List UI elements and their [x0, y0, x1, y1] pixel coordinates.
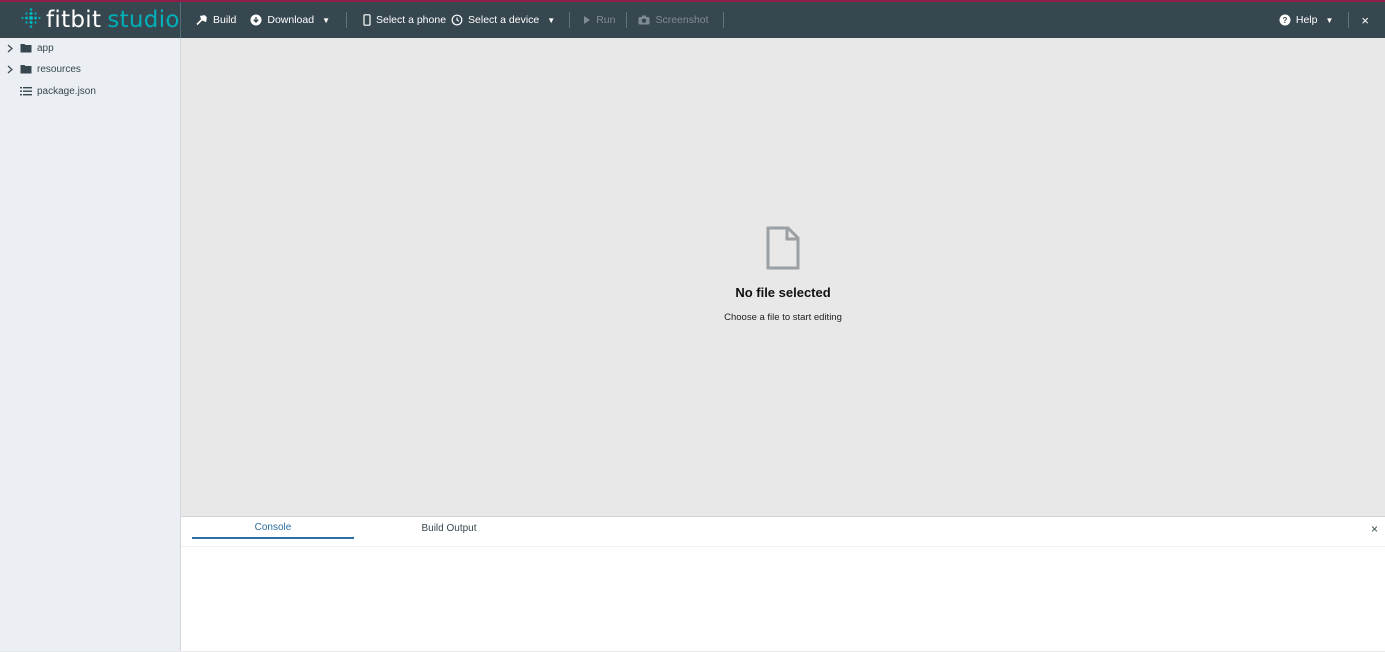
folder-icon	[20, 43, 32, 53]
bottom-panel-tabs: Console Build Output ×	[181, 517, 1385, 547]
help-icon: ?	[1279, 14, 1296, 26]
bottom-panel: Console Build Output ×	[181, 516, 1385, 651]
toolbar-divider	[722, 12, 724, 28]
chevron-down-icon: ▼	[322, 15, 330, 25]
chevron-down-icon: ▼	[547, 15, 556, 25]
close-icon: ×	[1361, 12, 1369, 28]
play-icon	[583, 15, 596, 25]
tree-item-label: resources	[37, 63, 81, 75]
console-output	[181, 548, 1385, 652]
run-button[interactable]: Run	[583, 2, 615, 38]
editor-area: No file selected Choose a file to start …	[181, 38, 1385, 516]
watch-icon	[451, 14, 468, 26]
hammer-icon	[196, 14, 213, 26]
tab-build-output[interactable]: Build Output	[368, 517, 530, 539]
toolbar-divider	[1348, 12, 1350, 28]
select-device-button[interactable]: Select a device ▼	[451, 2, 555, 38]
camera-icon	[638, 15, 655, 25]
tree-item-package-json[interactable]: package.json	[0, 81, 180, 101]
toolbar-divider	[626, 12, 628, 28]
chevron-right-icon[interactable]	[0, 65, 20, 74]
chevron-right-icon[interactable]	[0, 44, 20, 53]
toolbar-divider	[345, 12, 347, 28]
download-button[interactable]: Download ▼	[250, 2, 330, 38]
build-label: Build	[213, 14, 237, 26]
folder-icon	[20, 64, 32, 74]
logo-text-fitbit: fitbit	[46, 7, 102, 33]
close-panel-icon[interactable]: ×	[1371, 522, 1378, 536]
list-icon	[20, 86, 32, 97]
file-icon	[181, 226, 1385, 275]
empty-state: No file selected Choose a file to start …	[181, 226, 1385, 323]
screenshot-label: Screenshot	[655, 14, 709, 26]
tab-console[interactable]: Console	[192, 517, 354, 539]
tree-item-app[interactable]: app	[0, 38, 180, 58]
tree-item-resources[interactable]: resources	[0, 59, 180, 79]
help-button[interactable]: ? Help ▼	[1279, 2, 1334, 38]
download-label: Download	[267, 14, 315, 26]
fitbit-logo-icon	[20, 7, 42, 34]
select-device-label: Select a device	[468, 14, 540, 26]
file-explorer-sidebar: app resources package.json	[0, 38, 181, 651]
svg-text:?: ?	[1282, 16, 1287, 25]
top-toolbar: fitbit studio Build Download ▼ Select a …	[0, 0, 1385, 38]
screenshot-button[interactable]: Screenshot	[638, 2, 709, 38]
toolbar-divider	[569, 12, 571, 28]
tree-item-label: app	[37, 42, 54, 54]
empty-state-subtitle: Choose a file to start editing	[724, 312, 842, 323]
build-button[interactable]: Build	[196, 2, 236, 38]
phone-icon	[363, 14, 376, 26]
select-phone-label: Select a phone	[375, 14, 447, 26]
tree-item-label: package.json	[37, 85, 96, 97]
download-icon	[250, 14, 267, 26]
help-label: Help	[1295, 14, 1318, 26]
chevron-down-icon: ▼	[1325, 15, 1334, 25]
close-app-button[interactable]: ×	[1361, 2, 1369, 38]
select-phone-button[interactable]: Select a phone	[363, 2, 446, 38]
empty-state-title: No file selected	[735, 285, 831, 300]
logo-text-studio: studio	[107, 7, 180, 33]
run-label: Run	[596, 14, 616, 26]
fitbit-studio-logo[interactable]: fitbit studio	[0, 2, 181, 38]
